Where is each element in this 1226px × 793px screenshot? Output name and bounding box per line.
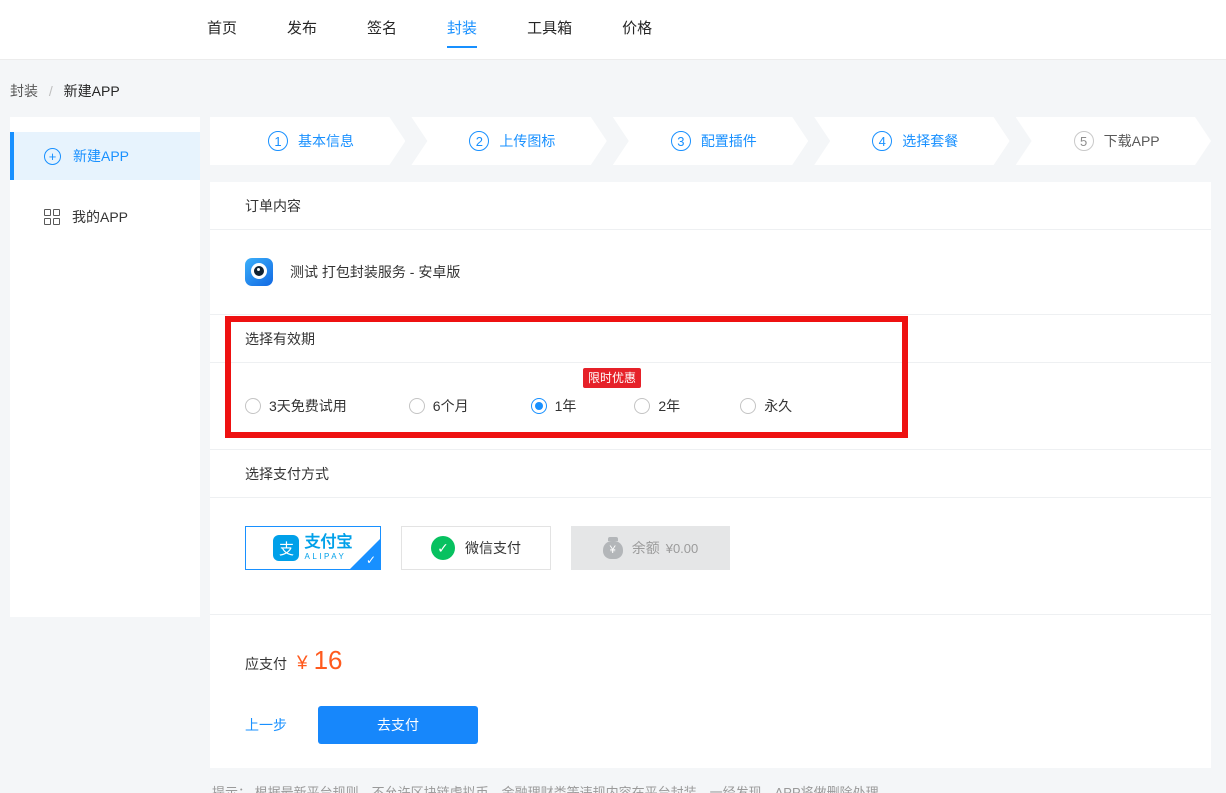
payment-wechat[interactable]: ✓ 微信支付 [401, 526, 551, 570]
balance-amount: ¥0.00 [666, 541, 699, 556]
payment-section-title: 选择支付方式 [210, 450, 1211, 498]
tab-publish[interactable]: 发布 [287, 11, 317, 48]
due-amount: 16 [314, 645, 343, 676]
previous-step-link[interactable]: 上一步 [245, 715, 287, 735]
order-section-title: 订单内容 [210, 182, 1211, 230]
alipay-sub-label: ALIPAY [304, 553, 352, 561]
check-icon: ✓ [366, 553, 376, 567]
radio-icon-selected[interactable] [531, 398, 547, 414]
option-label: 3天免费试用 [269, 396, 347, 416]
step-wizard: 1 基本信息 2 上传图标 3 配置插件 4 选择套餐 5 下载APP [210, 117, 1211, 165]
due-label: 应支付 [245, 654, 287, 674]
option-label: 2年 [658, 396, 680, 416]
go-pay-button[interactable]: 去支付 [318, 706, 478, 744]
currency-symbol: ¥ [297, 653, 308, 675]
tab-sign[interactable]: 签名 [367, 11, 397, 48]
main-content: 1 基本信息 2 上传图标 3 配置插件 4 选择套餐 5 下载APP [210, 117, 1211, 793]
validity-option-forever[interactable]: 永久 [740, 396, 792, 416]
wechat-pay-icon: ✓ [431, 536, 455, 560]
order-app-row: 测试 打包封装服务 - 安卓版 [210, 230, 1211, 315]
step-label: 上传图标 [499, 131, 555, 151]
checkout-section: 应支付 ¥ 16 上一步 去支付 [210, 615, 1211, 768]
step-download-app: 5 下载APP [1016, 117, 1211, 165]
step-label: 基本信息 [298, 131, 354, 151]
radio-icon[interactable] [634, 398, 650, 414]
wechat-label: 微信支付 [465, 538, 521, 558]
money-bag-icon: ¥ [603, 541, 623, 559]
checkout-buttons: 上一步 去支付 [245, 706, 1176, 744]
breadcrumb-root[interactable]: 封装 [10, 83, 38, 99]
sidebar-item-label: 我的APP [72, 207, 128, 227]
page: 首页 发布 签名 封装 工具箱 价格 封装 / 新建APP + 新建APP 我的… [0, 0, 1226, 793]
breadcrumb: 封装 / 新建APP [10, 81, 1226, 101]
validity-option-2-years[interactable]: 2年 [634, 396, 680, 416]
option-label: 1年 [555, 396, 577, 416]
step-number: 5 [1074, 131, 1094, 151]
step-label: 下载APP [1104, 131, 1160, 151]
alipay-logo-icon: 支 [273, 535, 299, 561]
validity-option-1-year[interactable]: 1年 [531, 396, 577, 416]
footer-tip: 提示： 根据最新平台规则，不允许区块链虚拟币、金融理财类等违规内容在平台封装，一… [212, 782, 1211, 793]
step-number: 3 [671, 131, 691, 151]
breadcrumb-separator: / [49, 83, 53, 99]
amount-due-row: 应支付 ¥ 16 [245, 645, 1176, 676]
sidebar: + 新建APP 我的APP [10, 117, 200, 617]
step-number: 4 [872, 131, 892, 151]
option-label: 永久 [764, 396, 792, 416]
step-basic-info: 1 基本信息 [210, 117, 405, 165]
payment-balance[interactable]: ¥ 余额 ¥0.00 [571, 526, 730, 570]
tab-price[interactable]: 价格 [622, 11, 652, 48]
top-nav: 首页 发布 签名 封装 工具箱 价格 [0, 0, 1226, 60]
app-icon [245, 258, 273, 286]
validity-options: 3天免费试用 6个月 1年 2年 [210, 363, 1211, 450]
step-upload-icon: 2 上传图标 [411, 117, 606, 165]
layout: + 新建APP 我的APP 1 基本信息 2 上传图标 [0, 117, 1226, 793]
alipay-name: 支付宝 [304, 535, 352, 551]
validity-option-3day-trial[interactable]: 3天免费试用 [245, 396, 347, 416]
option-label: 6个月 [433, 396, 469, 416]
radio-icon[interactable] [409, 398, 425, 414]
step-number: 2 [469, 131, 489, 151]
payment-methods: 支 支付宝 ALIPAY ✓ ✓ 微信支付 ¥ 余额 [210, 498, 1211, 615]
step-configure-plugins: 3 配置插件 [613, 117, 808, 165]
payment-alipay[interactable]: 支 支付宝 ALIPAY ✓ [245, 526, 381, 570]
radio-icon[interactable] [740, 398, 756, 414]
balance-label: 余额 [632, 538, 660, 558]
grid-icon [44, 209, 60, 225]
tab-toolbox[interactable]: 工具箱 [527, 11, 572, 48]
step-label: 配置插件 [701, 131, 757, 151]
plus-circle-icon: + [44, 148, 61, 165]
tab-package[interactable]: 封装 [447, 11, 477, 48]
step-label: 选择套餐 [902, 131, 958, 151]
step-choose-plan: 4 选择套餐 [814, 117, 1009, 165]
radio-icon[interactable] [245, 398, 261, 414]
sidebar-item-my-apps[interactable]: 我的APP [10, 193, 200, 241]
alipay-text: 支付宝 ALIPAY [304, 535, 352, 561]
limited-time-offer-badge: 限时优惠 [583, 368, 641, 388]
tab-home[interactable]: 首页 [207, 11, 237, 48]
sidebar-item-new-app[interactable]: + 新建APP [10, 132, 200, 180]
breadcrumb-current: 新建APP [64, 83, 120, 99]
validity-option-6-months[interactable]: 6个月 [409, 396, 469, 416]
validity-section-title: 选择有效期 [210, 315, 1211, 363]
step-number: 1 [268, 131, 288, 151]
app-name: 测试 打包封装服务 - 安卓版 [290, 262, 460, 282]
sidebar-item-label: 新建APP [73, 146, 129, 166]
order-card: 订单内容 测试 打包封装服务 - 安卓版 选择有效期 3天免费试用 [210, 182, 1211, 768]
